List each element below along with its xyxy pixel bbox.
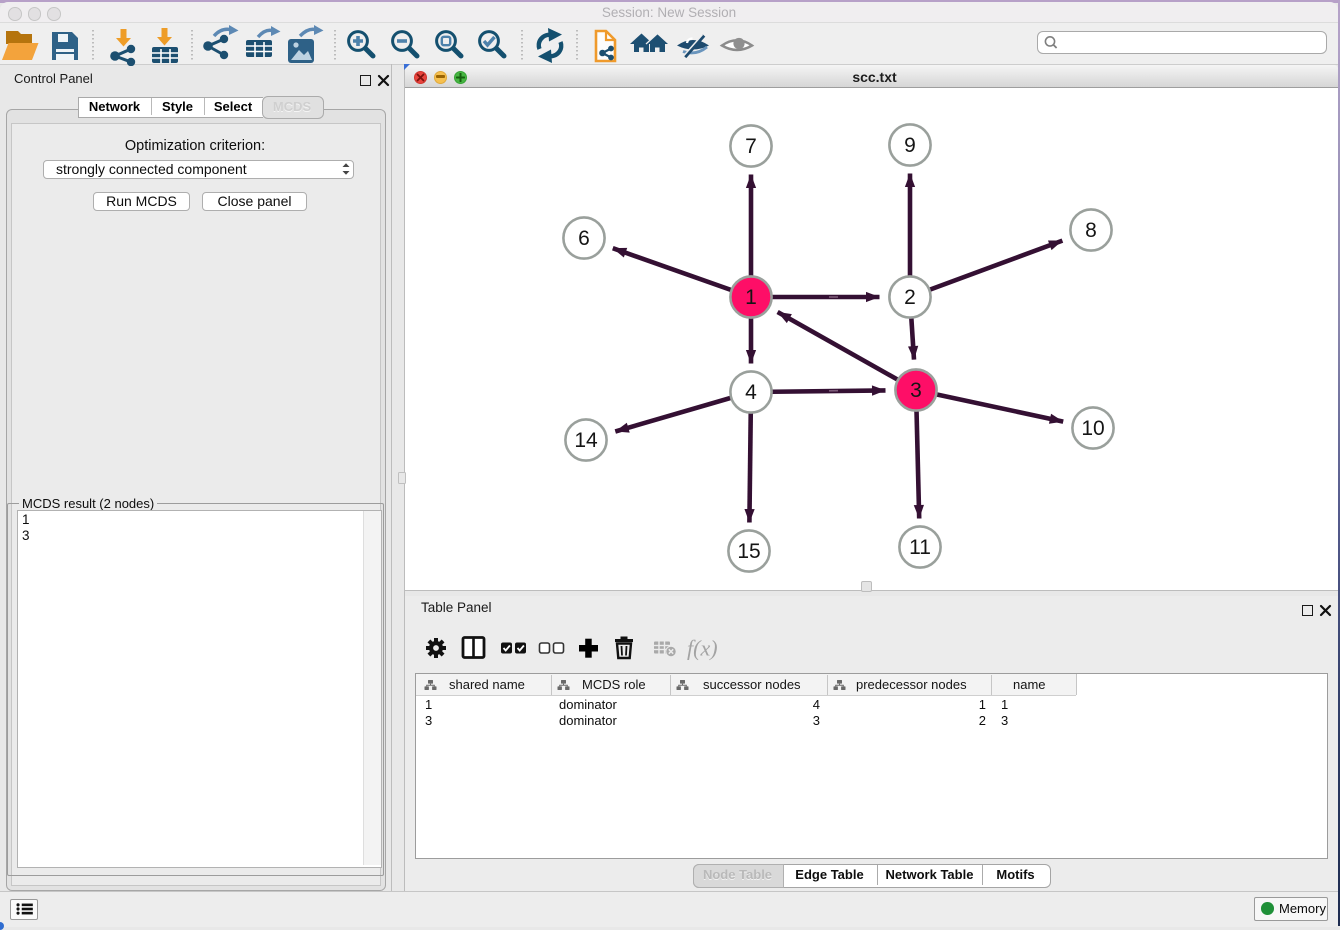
svg-text:15: 15 [737, 540, 760, 563]
svg-text:3: 3 [910, 379, 922, 402]
svg-text:1: 1 [745, 286, 757, 309]
svg-text:2: 2 [904, 286, 916, 309]
svg-text:14: 14 [574, 429, 598, 452]
svg-text:6: 6 [578, 227, 590, 250]
svg-text:7: 7 [745, 135, 757, 158]
svg-text:4: 4 [745, 381, 757, 404]
svg-text:10: 10 [1081, 417, 1104, 440]
svg-text:9: 9 [904, 134, 916, 157]
svg-text:11: 11 [909, 536, 931, 559]
svg-text:f(x): f(x) [687, 636, 718, 661]
svg-text:8: 8 [1085, 219, 1097, 242]
